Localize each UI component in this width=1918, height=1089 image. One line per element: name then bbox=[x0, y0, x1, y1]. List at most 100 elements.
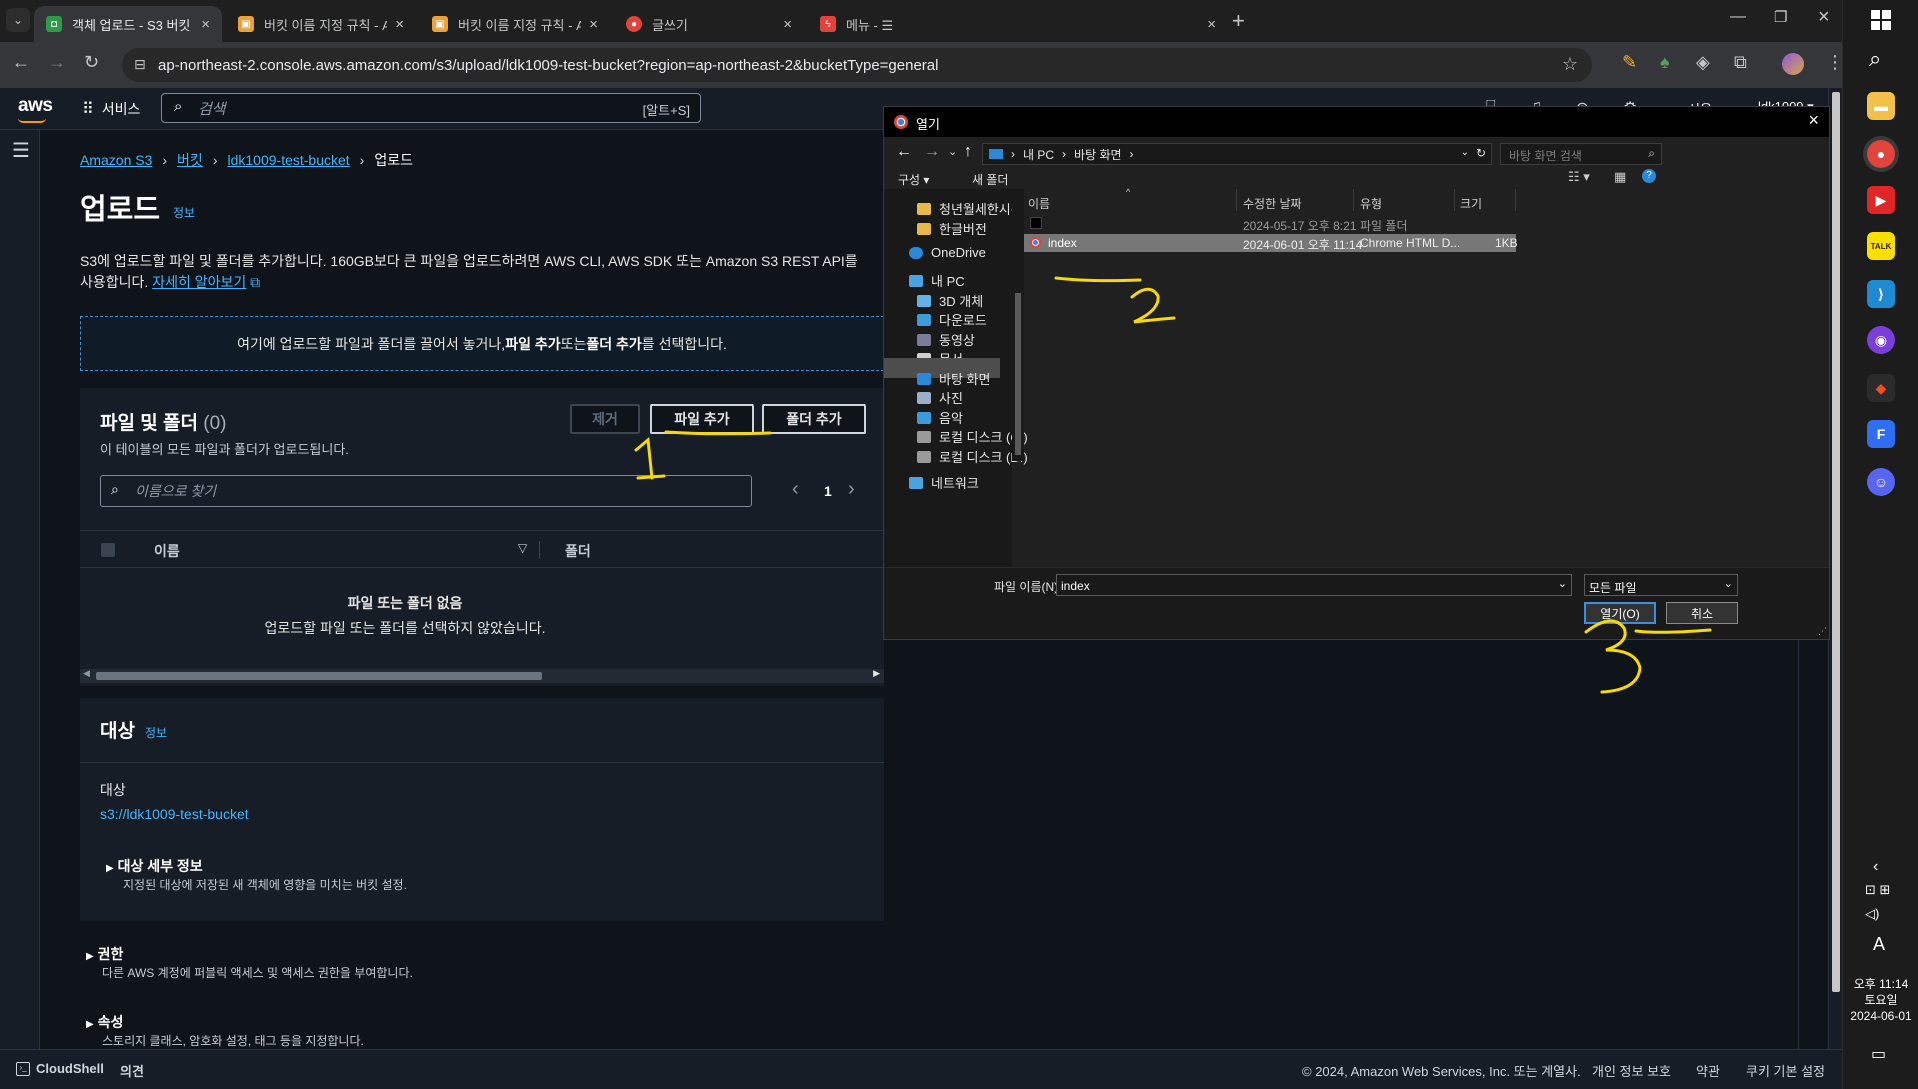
site-info-icon[interactable]: ⊟ bbox=[134, 56, 146, 73]
page-scrollbar-track[interactable] bbox=[1828, 88, 1842, 1049]
column-date[interactable]: 수정한 날짜 bbox=[1243, 195, 1302, 212]
back-icon[interactable]: ← bbox=[12, 52, 30, 73]
search-icon[interactable]: ⌕ bbox=[1869, 46, 1881, 72]
sort-down-icon[interactable]: ▽ bbox=[518, 541, 527, 555]
nav-item-hangul[interactable]: 한글버전 bbox=[917, 219, 987, 238]
close-tab-icon[interactable]: × bbox=[1207, 16, 1216, 33]
column-name[interactable]: 이름 bbox=[1028, 195, 1050, 212]
nav-scrollbar-thumb[interactable] bbox=[1015, 293, 1021, 455]
browser-tab-naming-rules-2[interactable]: ▣ 버킷 이름 지정 규칙 - Amazon × bbox=[420, 6, 610, 42]
nav-scrollbar[interactable] bbox=[1012, 189, 1024, 461]
add-folder-button[interactable]: 폴더 추가 bbox=[762, 404, 866, 434]
learn-more-link[interactable]: 자세히 알아보기 bbox=[152, 274, 246, 290]
dialog-recent-icon[interactable]: ⌄ bbox=[948, 145, 957, 158]
scrollbar-thumb[interactable] bbox=[96, 672, 542, 680]
dialog-close-icon[interactable]: × bbox=[1808, 110, 1819, 131]
destination-details-toggle[interactable]: ▶ 대상 세부 정보 bbox=[106, 856, 203, 876]
reload-icon[interactable]: ↻ bbox=[84, 52, 99, 73]
file-explorer-icon[interactable]: ▬ bbox=[1867, 92, 1895, 120]
pagination-prev-icon[interactable]: ‹ bbox=[792, 478, 799, 501]
chevron-down-icon[interactable]: ⌄ bbox=[1558, 577, 1567, 590]
dialog-back-icon[interactable]: ← bbox=[896, 143, 912, 161]
pagination-next-icon[interactable]: › bbox=[848, 478, 855, 501]
resize-grip-icon[interactable]: ⋰ bbox=[1818, 626, 1827, 637]
browser-tab-naming-rules-1[interactable]: ▣ 버킷 이름 지정 규칙 - Amazon × bbox=[226, 6, 416, 42]
destination-bucket-link[interactable]: s3://ldk1009-test-bucket bbox=[100, 806, 249, 822]
horizontal-scrollbar[interactable]: ◀ ▶ bbox=[80, 668, 884, 683]
breadcrumb-buckets[interactable]: 버킷 bbox=[177, 150, 203, 170]
bookmark-star-icon[interactable]: ☆ bbox=[1562, 54, 1578, 75]
permissions-toggle[interactable]: ▶ 권한 bbox=[86, 944, 123, 964]
nav-item-music[interactable]: 음악 bbox=[917, 408, 963, 427]
notification-icon[interactable]: ▭ bbox=[1871, 1044, 1886, 1064]
pagination-page[interactable]: 1 bbox=[824, 483, 832, 499]
kakaotalk-icon[interactable]: TALK bbox=[1867, 232, 1895, 260]
page-scrollbar-thumb[interactable] bbox=[1832, 92, 1840, 992]
dialog-help-icon[interactable]: ? bbox=[1642, 169, 1656, 183]
organize-button[interactable]: 구성 ▾ bbox=[898, 171, 929, 188]
new-tab-icon[interactable]: + bbox=[1232, 8, 1245, 34]
files-search-input[interactable]: ⌕ 이름으로 찾기 bbox=[100, 475, 752, 507]
nav-item-pictures[interactable]: 사진 bbox=[917, 388, 963, 407]
github-icon[interactable]: ◉ bbox=[1867, 326, 1895, 354]
chevron-left-icon[interactable]: ‹ bbox=[1873, 858, 1878, 876]
close-window-icon[interactable]: × bbox=[1818, 6, 1830, 29]
nav-item-videos[interactable]: 동영상 bbox=[917, 330, 975, 349]
minimize-icon[interactable]: — bbox=[1730, 8, 1746, 26]
nav-item-network[interactable]: 네트워크 bbox=[909, 473, 979, 492]
scroll-right-icon[interactable]: ▶ bbox=[873, 668, 880, 679]
filename-input[interactable]: index ⌄ bbox=[1056, 574, 1572, 596]
aws-logo[interactable]: aws bbox=[18, 95, 53, 117]
page-info-link[interactable]: 정보 bbox=[173, 204, 195, 221]
cancel-button[interactable]: 취소 bbox=[1666, 602, 1738, 624]
services-menu[interactable]: ⠿ 서비스 bbox=[82, 99, 140, 119]
privacy-link[interactable]: 개인 정보 보호 bbox=[1592, 1061, 1671, 1080]
select-all-checkbox[interactable] bbox=[101, 543, 115, 557]
nav-item-youth-rent[interactable]: 청년월세한시특 bbox=[917, 199, 1023, 218]
ime-indicator[interactable]: A bbox=[1873, 934, 1885, 955]
nav-item-desktop[interactable]: 바탕 화면 bbox=[917, 369, 990, 388]
cloudshell-button[interactable]: ›_ CloudShell bbox=[16, 1061, 104, 1076]
nav-item-onedrive[interactable]: OneDrive bbox=[909, 245, 986, 260]
youtube-icon[interactable]: ▶ bbox=[1867, 186, 1895, 214]
nav-item-my-pc[interactable]: 내 PC bbox=[909, 271, 965, 290]
file-type-filter[interactable]: 모든 파일 ⌄ bbox=[1584, 574, 1738, 596]
cookie-preferences-link[interactable]: 쿠키 기본 설정 bbox=[1746, 1061, 1825, 1080]
breadcrumb-amazon-s3[interactable]: Amazon S3 bbox=[80, 152, 152, 168]
chrome-icon[interactable]: ● bbox=[1867, 140, 1895, 168]
tab-search-button[interactable]: ⌄ bbox=[6, 8, 30, 32]
hamburger-menu-icon[interactable]: ☰ bbox=[12, 138, 30, 163]
extension-pinwheel-icon[interactable]: ✎ bbox=[1622, 52, 1637, 73]
browser-tab-menu[interactable]: ϟ 메뉴 - ☰ × bbox=[808, 6, 1228, 42]
drop-zone[interactable]: 여기에 업로드할 파일과 폴더를 끌어서 놓거나, 파일 추가 또는 폴더 추가… bbox=[80, 316, 884, 371]
path-dropdown-icon[interactable]: ⌄ bbox=[1461, 147, 1469, 158]
feedback-link[interactable]: 의견 bbox=[120, 1061, 144, 1080]
new-folder-button[interactable]: 새 폴더 bbox=[972, 171, 1008, 188]
scroll-left-icon[interactable]: ◀ bbox=[83, 668, 90, 679]
column-folder-header[interactable]: 폴더 bbox=[565, 541, 591, 561]
add-files-button[interactable]: 파일 추가 bbox=[650, 404, 754, 434]
profile-avatar[interactable] bbox=[1782, 53, 1804, 75]
browser-tab-write[interactable]: ● 글쓰기 × bbox=[614, 6, 804, 42]
close-tab-icon[interactable]: × bbox=[783, 16, 792, 33]
app-f-icon[interactable]: F bbox=[1867, 420, 1895, 448]
extension-leaf-icon[interactable]: ♠ bbox=[1660, 52, 1670, 73]
path-refresh-icon[interactable]: ↻ bbox=[1476, 146, 1486, 160]
dialog-path-bar[interactable]: › 내 PC › 바탕 화면 › ⌄ ↻ bbox=[982, 143, 1492, 165]
volume-icon[interactable]: ◁) bbox=[1865, 906, 1879, 922]
preview-pane-icon[interactable]: ▦ bbox=[1614, 169, 1626, 185]
discord-icon[interactable]: ☺ bbox=[1867, 468, 1895, 496]
view-options-icon[interactable]: ☷ ▾ bbox=[1568, 169, 1590, 185]
terms-link[interactable]: 약관 bbox=[1696, 1061, 1720, 1080]
properties-toggle[interactable]: ▶ 속성 bbox=[86, 1012, 123, 1032]
file-row[interactable]: 2024-05-17 오후 8:21 파일 폴더 bbox=[1024, 215, 1516, 233]
nav-item-3d[interactable]: 3D 개체 bbox=[917, 291, 983, 310]
remove-button[interactable]: 제거 bbox=[570, 404, 640, 434]
close-tab-icon[interactable]: × bbox=[395, 16, 404, 33]
extensions-puzzle-icon[interactable]: ⧉ bbox=[1734, 52, 1747, 73]
destination-info-link[interactable]: 정보 bbox=[145, 724, 167, 741]
file-row-selected[interactable]: index 2024-06-01 오후 11:14 Chrome HTML D.… bbox=[1024, 234, 1518, 252]
vscode-icon[interactable]: ⟩ bbox=[1867, 280, 1895, 308]
network-icon[interactable]: ⊡ ⊞ bbox=[1865, 882, 1890, 898]
path-segment-my-pc[interactable]: 내 PC bbox=[1023, 146, 1054, 163]
